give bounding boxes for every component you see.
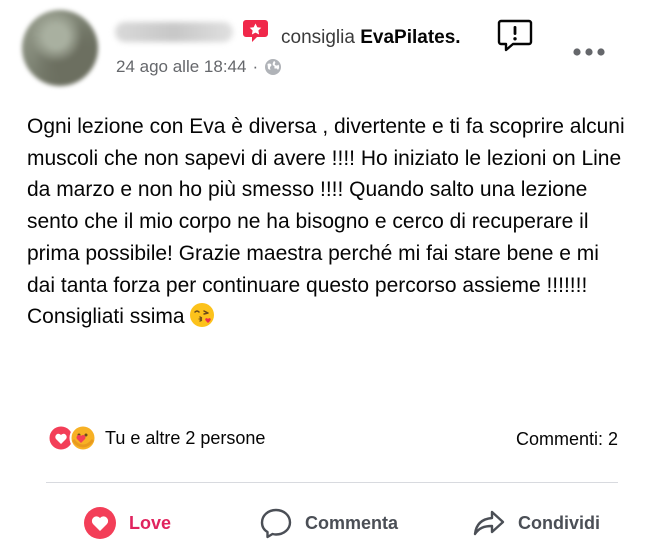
report-icon[interactable] <box>497 18 533 52</box>
actions-divider <box>46 482 618 483</box>
share-icon <box>473 510 505 536</box>
author-name-blurred[interactable] <box>115 22 233 42</box>
meta-separator: · <box>252 57 259 76</box>
comment-button[interactable]: Commenta <box>257 503 398 543</box>
more-options-icon[interactable] <box>572 47 606 57</box>
comments-count[interactable]: Commenti: 2 <box>516 429 618 450</box>
post-body-text: Ogni lezione con Eva è diversa , diverte… <box>27 115 625 329</box>
post-header: consiglia EvaPilates. <box>281 27 461 49</box>
globe-icon <box>265 59 282 75</box>
share-button[interactable]: Condividi <box>470 503 600 543</box>
post-body: Ogni lezione con Eva è diversa , diverte… <box>27 111 627 333</box>
face-blowing-kiss-icon <box>189 303 214 328</box>
love-icon <box>84 507 116 539</box>
comment-label: Commenta <box>305 512 399 533</box>
love-label: Love <box>129 512 172 533</box>
author-avatar[interactable] <box>22 10 98 86</box>
recommend-badge-icon <box>243 20 268 42</box>
reactions-summary[interactable]: Tu e altre 2 persone <box>47 424 265 452</box>
love-button[interactable]: Love <box>81 503 171 543</box>
post-timestamp[interactable]: 24 ago alle 18:44 <box>116 57 246 77</box>
care-reaction-icon <box>69 424 97 452</box>
share-label: Condividi <box>518 512 600 533</box>
page-name-link[interactable]: EvaPilates. <box>360 27 460 48</box>
reactions-text[interactable]: Tu e altre 2 persone <box>105 428 265 449</box>
post-meta: 24 ago alle 18:44 · <box>116 57 282 77</box>
comment-icon <box>260 508 292 539</box>
recommend-verb: consiglia <box>281 27 355 48</box>
